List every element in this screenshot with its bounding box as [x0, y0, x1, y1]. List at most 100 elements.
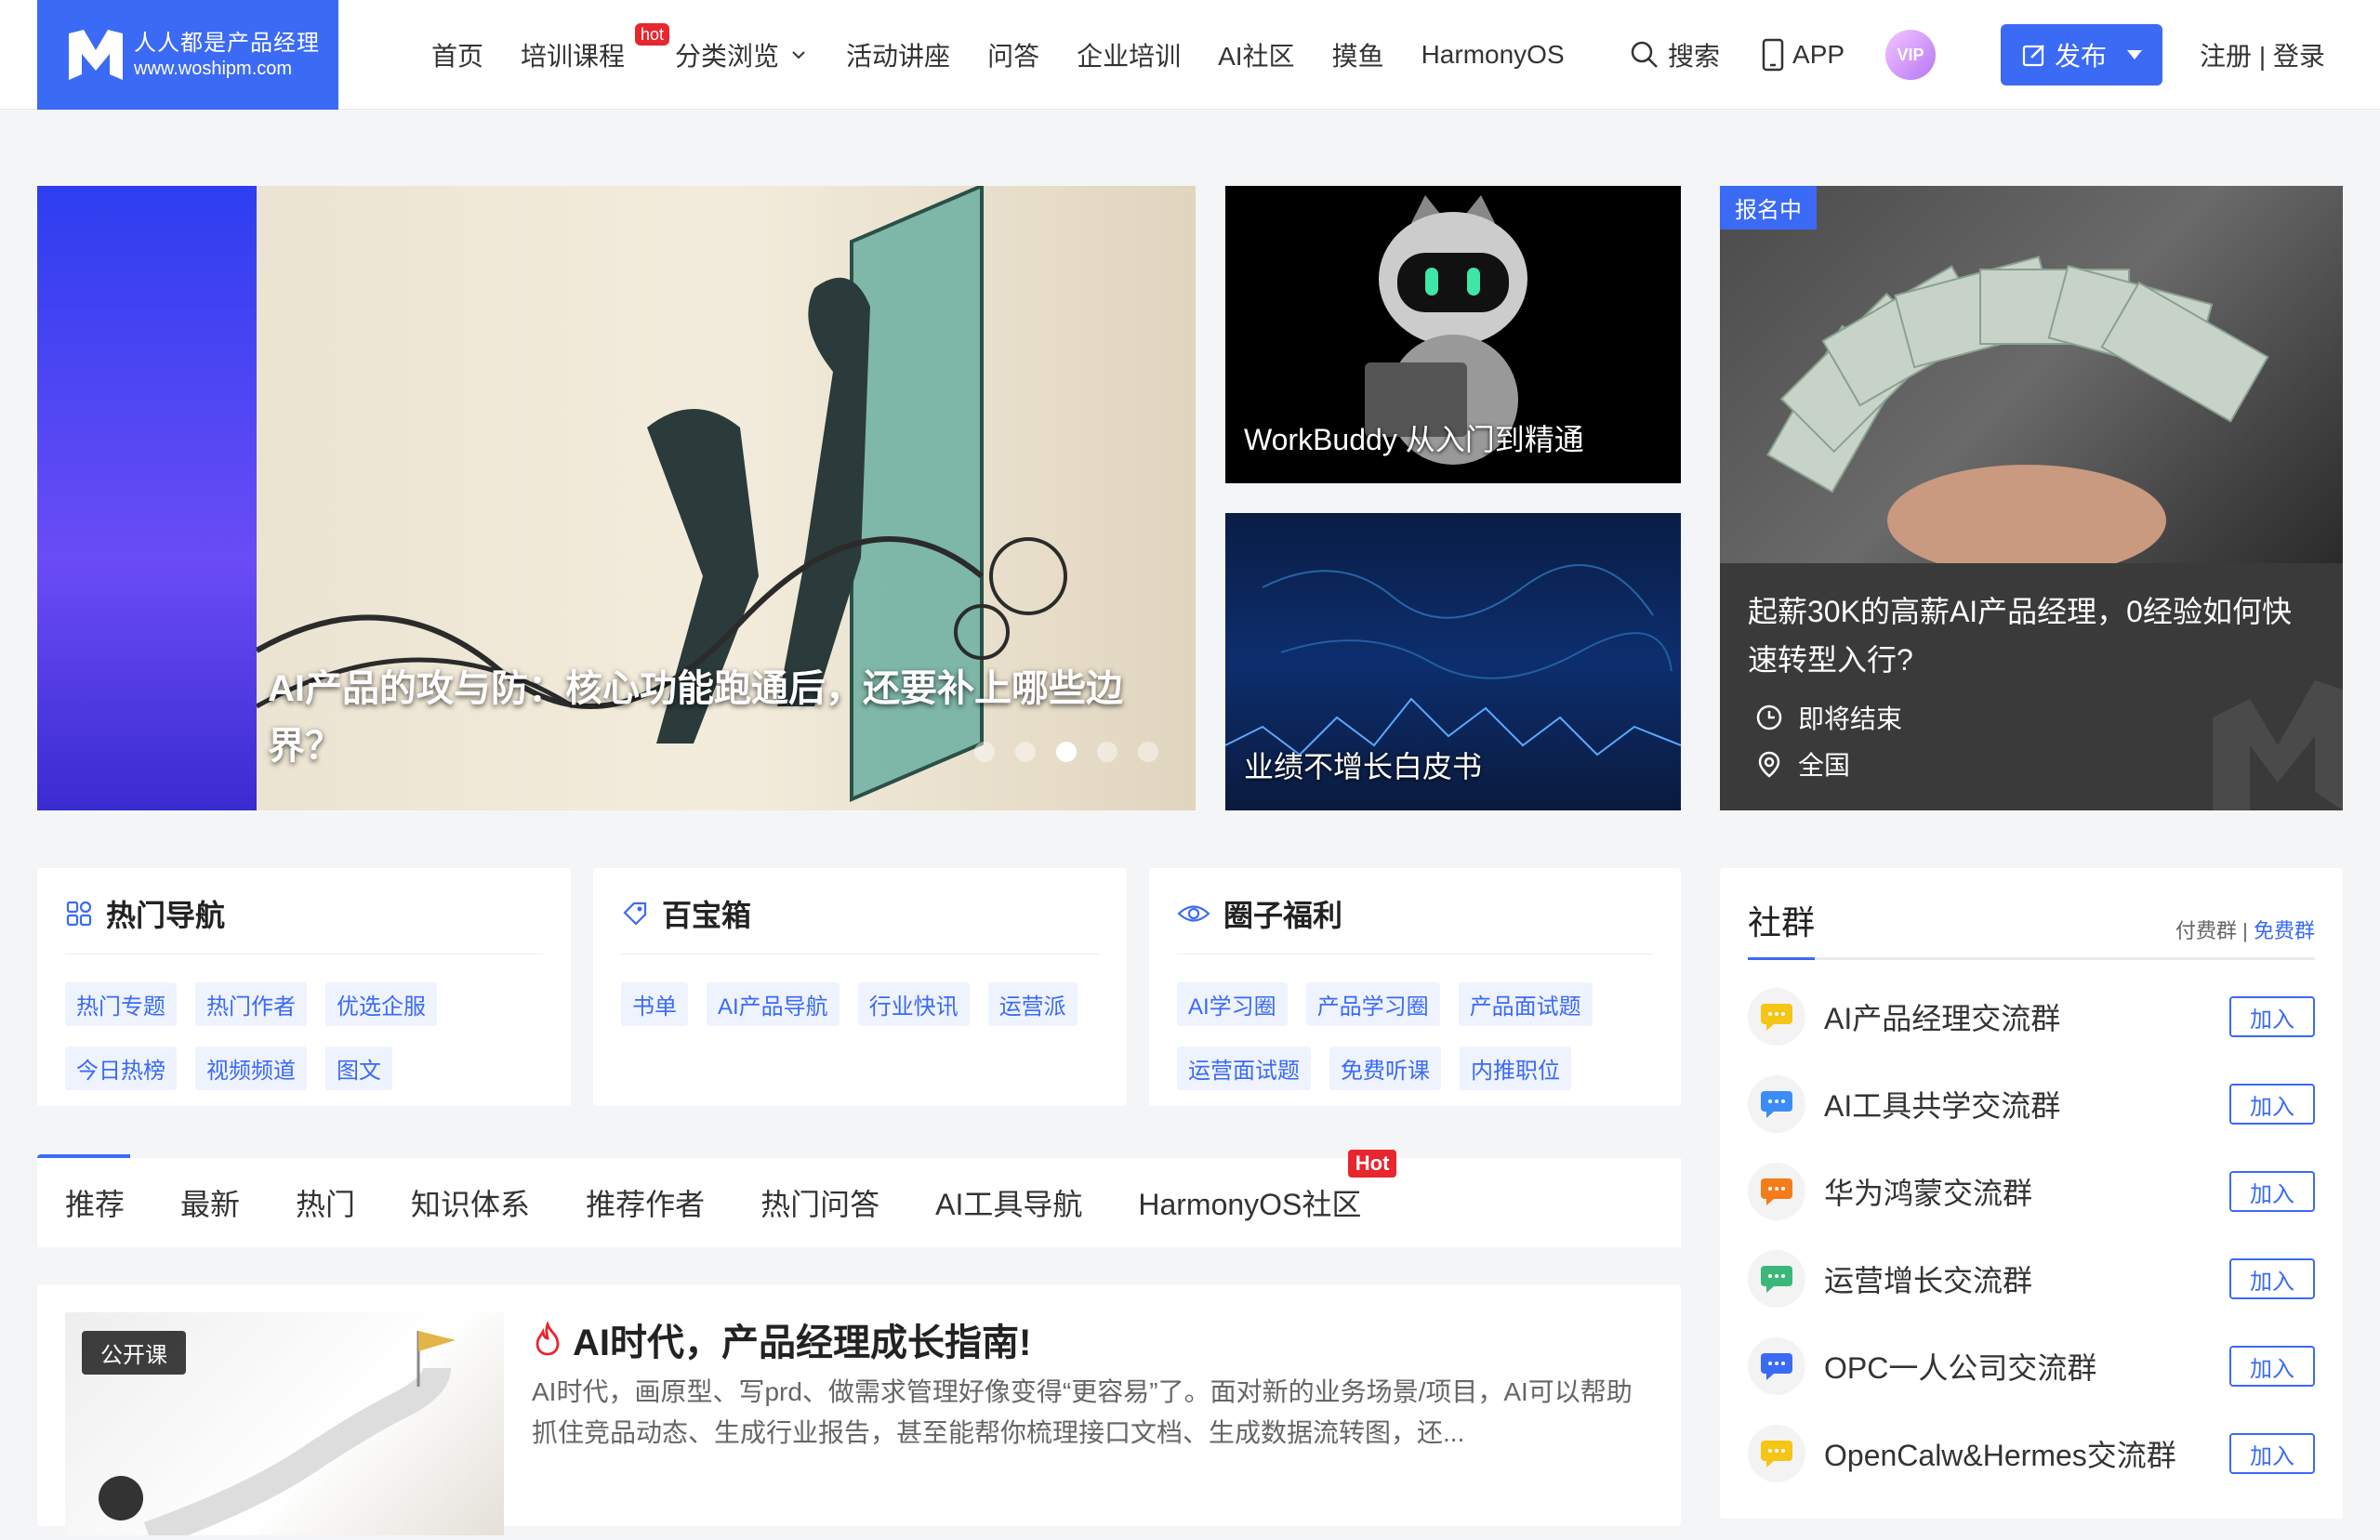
box-title: 圈子福利	[1223, 899, 1343, 932]
paid-groups-link[interactable]: 付费群	[2175, 919, 2237, 942]
community-title: 社群	[1748, 903, 1816, 941]
tag[interactable]: 热门专题	[65, 982, 177, 1026]
join-button[interactable]: 加入	[2229, 1171, 2315, 1212]
site-logo[interactable]: 人人都是产品经理 www.woshipm.com	[37, 0, 338, 110]
tag-list: 热门专题 热门作者 优选企服 今日热榜 视频频道 图文	[65, 982, 543, 1111]
circle-benefits-box: 圈子福利 AI学习圈 产品学习圈 产品面试题 运营面试题 免费听课 内推职位	[1149, 868, 1681, 1106]
group-item: AI产品经理交流群 加入	[1748, 973, 2315, 1060]
community-filter: 付费群 | 免费群	[2175, 915, 2315, 944]
tab-knowledge[interactable]: 知识体系	[411, 1181, 530, 1224]
tag[interactable]: 产品面试题	[1458, 982, 1593, 1026]
publish-label: 发布	[2055, 42, 2108, 71]
chevron-down-icon	[792, 51, 805, 59]
free-groups-link[interactable]: 免费群	[2254, 919, 2315, 942]
group-name: 运营增长交流群	[1824, 1264, 2033, 1297]
join-button[interactable]: 加入	[2229, 996, 2315, 1037]
carousel-dot[interactable]	[1138, 742, 1158, 762]
event-time: 即将结束	[1755, 699, 1902, 736]
tab-indicator-mask	[130, 1154, 1681, 1158]
group-name: AI产品经理交流群	[1824, 1002, 2061, 1035]
article-image: 公开课	[65, 1312, 504, 1540]
tag[interactable]: 内推职位	[1460, 1046, 1571, 1090]
group-item: OPC一人公司交流群 加入	[1748, 1323, 2315, 1410]
search-button[interactable]: 搜索	[1629, 36, 1720, 73]
group-item: OpenCalw&Hermes交流群 加入	[1748, 1410, 2315, 1497]
event-card[interactable]: 报名中 起薪30K的高薪AI产品经理，0经验如何快速转型入行? 即将结束 全国	[1720, 186, 2343, 810]
group-name: AI工具共学交流群	[1824, 1089, 2061, 1123]
tag[interactable]: 免费听课	[1329, 1046, 1441, 1090]
tab-authors[interactable]: 推荐作者	[586, 1181, 705, 1224]
event-status-badge: 报名中	[1720, 186, 1817, 230]
tab-harmonyos[interactable]: HarmonyOS社区 Hot	[1138, 1150, 1397, 1224]
tag[interactable]: 图文	[325, 1046, 392, 1090]
tab-recommend[interactable]: 推荐	[65, 1181, 125, 1224]
article-title[interactable]: AI时代，产品经理成长指南!	[532, 1312, 1031, 1366]
join-button[interactable]: 加入	[2229, 1258, 2315, 1299]
nav-enterprise[interactable]: 企业培训	[1077, 36, 1181, 73]
feature-card-whitepaper[interactable]: 业绩不增长白皮书	[1225, 513, 1681, 810]
tab-latest[interactable]: 最新	[180, 1181, 240, 1224]
article-card[interactable]: 公开课 AI时代，产品经理成长指南! AI时代，画原型、写prd、做需求管理好像…	[37, 1284, 1681, 1540]
join-button[interactable]: 加入	[2229, 1084, 2315, 1125]
carousel-dot[interactable]	[974, 742, 995, 762]
nav-events[interactable]: 活动讲座	[846, 36, 950, 73]
group-name: OpenCalw&Hermes交流群	[1824, 1439, 2176, 1472]
tag[interactable]: 视频频道	[195, 1046, 307, 1090]
filter-separator: |	[2237, 919, 2254, 942]
article-title-text: AI时代，产品经理成长指南!	[573, 1323, 1032, 1363]
event-location-label: 全国	[1798, 751, 1851, 780]
caret-down-icon[interactable]	[2127, 50, 2143, 59]
tab-ai-tools[interactable]: AI工具导航	[935, 1181, 1082, 1224]
join-button[interactable]: 加入	[2229, 1433, 2315, 1474]
tag[interactable]: 产品学习圈	[1305, 982, 1440, 1026]
tag[interactable]: 行业快讯	[857, 982, 970, 1026]
nav-home[interactable]: 首页	[431, 36, 483, 73]
carousel-dot[interactable]	[1015, 742, 1036, 762]
tag[interactable]: 运营派	[987, 982, 1078, 1026]
tag[interactable]: AI学习圈	[1177, 982, 1288, 1026]
chat-bubble-icon	[1748, 1337, 1805, 1395]
tab-harmonyos-label: HarmonyOS社区	[1138, 1188, 1362, 1221]
article-description: AI时代，画原型、写prd、做需求管理好像变得“更容易”了。面对新的业务场景/项…	[532, 1377, 1633, 1447]
join-button[interactable]: 加入	[2229, 1346, 2315, 1387]
location-pin-icon	[1758, 751, 1780, 778]
tag[interactable]: 运营面试题	[1177, 1046, 1311, 1090]
top-header: 人人都是产品经理 www.woshipm.com 首页 培训课程 hot 分类浏览…	[0, 0, 2380, 110]
nav-ai-community[interactable]: AI社区	[1218, 36, 1294, 73]
publish-button[interactable]: 发布	[2001, 24, 2163, 86]
grid-icon	[66, 901, 92, 927]
event-location: 全国	[1755, 745, 1850, 783]
auth-links[interactable]: 注册 | 登录	[2200, 36, 2325, 73]
tag[interactable]: 书单	[621, 982, 688, 1026]
nav-harmonyos[interactable]: HarmonyOS	[1421, 40, 1565, 70]
group-list: AI产品经理交流群 加入 AI工具共学交流群 加入 华为鸿蒙交流群 加入 运营增长交流群 加入…	[1748, 973, 2315, 1497]
tag[interactable]: AI产品导航	[707, 982, 840, 1026]
tag[interactable]: 优选企服	[325, 982, 437, 1026]
tag[interactable]: 热门作者	[195, 982, 307, 1026]
main-nav: 首页 培训课程 hot 分类浏览 活动讲座 问答 企业培训 AI社区 摸鱼 Har…	[431, 0, 1602, 110]
nav-qa[interactable]: 问答	[987, 36, 1039, 73]
app-label: APP	[1792, 40, 1845, 69]
logo-cn: 人人都是产品经理	[134, 30, 320, 56]
nav-courses[interactable]: 培训课程 hot	[521, 23, 670, 73]
nav-categories[interactable]: 分类浏览	[675, 36, 809, 73]
carousel-dot[interactable]	[1097, 742, 1117, 762]
event-image	[1720, 186, 2343, 576]
chat-bubble-icon	[1748, 1163, 1805, 1220]
group-name: OPC一人公司交流群	[1824, 1351, 2097, 1385]
tag[interactable]: 今日热榜	[65, 1046, 177, 1090]
logo-en: www.woshipm.com	[134, 58, 293, 79]
event-time-label: 即将结束	[1798, 704, 1903, 733]
nav-categories-label: 分类浏览	[675, 42, 780, 71]
nav-courses-label: 培训课程	[521, 42, 626, 71]
app-button[interactable]: APP	[1761, 38, 1844, 72]
vip-badge[interactable]: VIP	[1885, 30, 1937, 80]
course-badge: 公开课	[82, 1331, 186, 1375]
hot-badge: hot	[635, 23, 670, 46]
tab-hot-qa[interactable]: 热门问答	[760, 1181, 879, 1224]
feature-card-workbuddy[interactable]: WorkBuddy 从入门到精通	[1225, 186, 1681, 483]
tab-hot[interactable]: 热门	[296, 1181, 355, 1224]
box-header: 圈子福利	[1177, 892, 1653, 954]
nav-moyu[interactable]: 摸鱼	[1332, 36, 1384, 73]
carousel-dot-active[interactable]	[1056, 742, 1077, 762]
